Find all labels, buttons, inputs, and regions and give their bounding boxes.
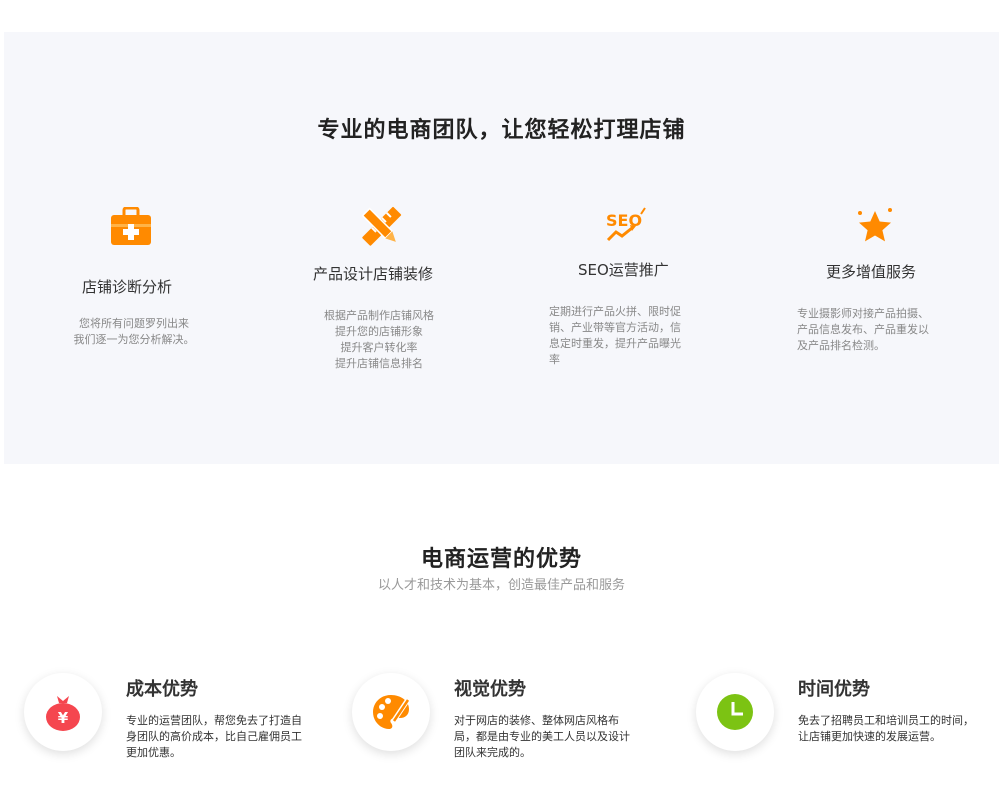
- service-desc-text: 专业摄影师对接产品拍摄、 产品信息发布、产品重发以 及产品排名检测。: [797, 307, 929, 352]
- clock-icon: [717, 694, 753, 730]
- service-desc: 您将所有问题罗列出来 我们逐一为您分析解决。: [64, 316, 204, 348]
- advantage-name: 时间优势: [798, 679, 870, 700]
- advantage-name: 成本优势: [126, 679, 198, 700]
- seo-icon: SEO: [606, 207, 646, 242]
- advantage-desc-text: 免去了招聘员工和培训员工的时间， 让店铺更加快速的发展运营。: [798, 714, 974, 743]
- services-title: 专业的电商团队，让您轻松打理店铺: [317, 118, 686, 143]
- advantage-icon-circle: [696, 673, 774, 751]
- advantage-desc: 对于网店的装修、整体网店风格布 局，都是由专业的美工人员以及设计 团队来完成的。: [454, 713, 654, 761]
- svg-text:SEO: SEO: [606, 211, 642, 230]
- advantage-name: 视觉优势: [454, 679, 526, 700]
- services-section: [4, 32, 999, 464]
- advantage-desc: 专业的运营团队，帮您免去了打造自 身团队的高价成本，比自己雇佣员工 更加优惠。: [126, 713, 336, 761]
- service-name: 产品设计店铺装修: [313, 265, 434, 283]
- service-desc-text: 根据产品制作店铺风格 提升您的店铺形象 提升客户转化率 提升店铺信息排名: [324, 309, 434, 370]
- service-desc-text: 定期进行产品火拼、限时促 销、产业带等官方活动，信 息定时重发，提升产品曝光 率: [549, 305, 681, 366]
- advantages-subtitle: 以人才和技术为基本，创造最佳产品和服务: [377, 578, 625, 593]
- advantage-icon-circle: ¥: [24, 673, 102, 751]
- service-desc: 定期进行产品火拼、限时促 销、产业带等官方活动，信 息定时重发，提升产品曝光 率: [549, 304, 699, 368]
- money-bag-icon: ¥: [46, 696, 80, 731]
- advantages-title: 电商运营的优势: [420, 547, 582, 572]
- medical-kit-icon: [111, 207, 151, 245]
- advantage-desc-text: 对于网店的装修、整体网店风格布 局，都是由专业的美工人员以及设计 团队来完成的。: [454, 714, 630, 759]
- pencil-ruler-icon: [361, 206, 402, 246]
- advantage-desc-text: 专业的运营团队，帮您免去了打造自 身团队的高价成本，比自己雇佣员工 更加优惠。: [126, 714, 302, 759]
- advantage-icon-circle: [352, 673, 430, 751]
- service-desc: 专业摄影师对接产品拍摄、 产品信息发布、产品重发以 及产品排名检测。: [797, 306, 957, 354]
- palette-icon: [373, 695, 411, 729]
- service-desc-text: 您将所有问题罗列出来 我们逐一为您分析解决。: [73, 317, 195, 346]
- service-name: SEO运营推广: [578, 261, 669, 279]
- svg-text:¥: ¥: [58, 709, 69, 727]
- service-desc: 根据产品制作店铺风格 提升您的店铺形象 提升客户转化率 提升店铺信息排名: [309, 308, 449, 372]
- star-icon: [858, 208, 892, 242]
- advantage-desc: 免去了招聘员工和培训员工的时间， 让店铺更加快速的发展运营。: [798, 713, 998, 745]
- service-name: 店铺诊断分析: [82, 278, 173, 296]
- service-name: 更多增值服务: [826, 263, 917, 281]
